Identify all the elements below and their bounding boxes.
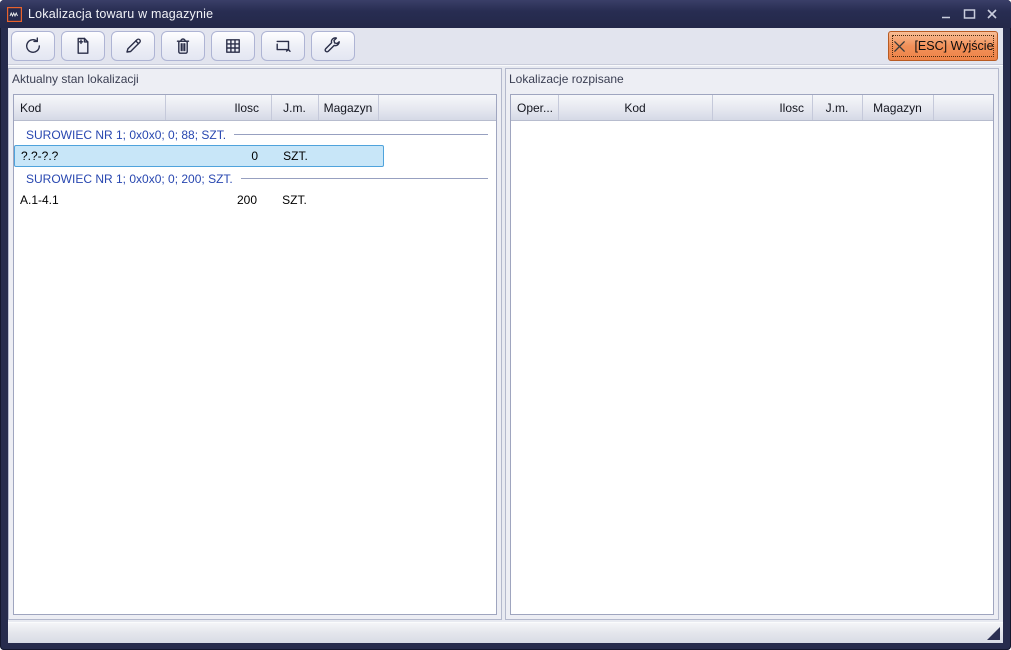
minimize-icon: [940, 8, 952, 20]
delete-trash-icon: [172, 35, 194, 57]
loop-icon: [272, 35, 294, 57]
maximize-icon: [963, 8, 976, 20]
right-panel-title: Lokalizacje rozpisane: [509, 72, 624, 86]
grid-view-button[interactable]: [211, 31, 255, 61]
column-separator: [933, 95, 934, 120]
close-icon: [986, 8, 998, 20]
right-grid: Oper... Kod Ilosc J.m. Magazyn: [510, 94, 994, 615]
maximize-button[interactable]: [962, 7, 976, 21]
cell-jm: SZT.: [272, 146, 319, 166]
group-header-line: [241, 178, 488, 179]
col-header-kod[interactable]: Kod: [558, 95, 712, 120]
column-separator: [862, 95, 863, 120]
column-separator: [558, 95, 559, 120]
window-controls: [939, 0, 999, 28]
left-panel-title: Aktualny stan lokalizacji: [12, 72, 139, 86]
col-header-kod[interactable]: Kod: [14, 95, 165, 120]
cell-magazyn: [319, 146, 379, 166]
left-grid-header: Kod Ilosc J.m. Magazyn: [14, 95, 496, 121]
app-icon[interactable]: [7, 7, 22, 22]
col-header-ilosc[interactable]: Ilosc: [712, 95, 812, 120]
column-separator: [378, 95, 379, 120]
edit-button[interactable]: [111, 31, 155, 61]
column-separator: [318, 95, 319, 120]
client-area: [ESC] Wyjście Aktualny stan lokalizacji …: [8, 28, 1003, 643]
cell-ilosc: 200: [165, 189, 271, 211]
group-header-text: SUROWIEC NR 1; 0x0x0; 0; 200; SZT.: [26, 172, 233, 186]
status-bar: [8, 622, 1003, 643]
col-header-jm[interactable]: J.m.: [812, 95, 862, 120]
exit-button-label: [ESC] Wyjście: [914, 39, 993, 53]
delete-button[interactable]: [161, 31, 205, 61]
group-row[interactable]: SUROWIEC NR 1; 0x0x0; 0; 88; SZT.: [14, 124, 494, 145]
column-separator: [271, 95, 272, 120]
edit-pencil-icon: [122, 35, 144, 57]
cell-kod: A.1-4.1: [14, 189, 165, 211]
left-grid-body: SUROWIEC NR 1; 0x0x0; 0; 88; SZT. ?.?-?.…: [14, 121, 496, 614]
close-x-icon: [892, 39, 907, 54]
left-grid: Kod Ilosc J.m. Magazyn SUROWIEC NR 1; 0x…: [13, 94, 497, 615]
cell-kod: ?.?-?.?: [15, 146, 166, 166]
new-button[interactable]: [61, 31, 105, 61]
close-button[interactable]: [985, 7, 999, 21]
minimize-button[interactable]: [939, 7, 953, 21]
group-header-text: SUROWIEC NR 1; 0x0x0; 0; 88; SZT.: [26, 128, 226, 142]
col-header-magazyn[interactable]: Magazyn: [862, 95, 933, 120]
col-header-oper[interactable]: Oper...: [511, 95, 558, 120]
refresh-button[interactable]: [11, 31, 55, 61]
cell-ilosc: 0: [166, 146, 272, 166]
right-grid-header: Oper... Kod Ilosc J.m. Magazyn: [511, 95, 993, 121]
resize-grip[interactable]: [987, 627, 1000, 640]
group-row[interactable]: SUROWIEC NR 1; 0x0x0; 0; 200; SZT.: [14, 168, 494, 189]
group-header-line: [234, 134, 488, 135]
table-row-selected[interactable]: ?.?-?.? 0 SZT.: [14, 145, 384, 167]
cell-jm: SZT.: [271, 189, 318, 211]
refresh-icon: [22, 35, 44, 57]
col-header-ilosc[interactable]: Ilosc: [165, 95, 271, 120]
wrench-icon: [322, 35, 344, 57]
loop-button[interactable]: [261, 31, 305, 61]
col-header-jm[interactable]: J.m.: [271, 95, 318, 120]
table-row[interactable]: A.1-4.1 200 SZT.: [14, 189, 384, 211]
column-separator: [165, 95, 166, 120]
app-window: Lokalizacja towaru w magazynie: [0, 0, 1011, 650]
exit-button[interactable]: [ESC] Wyjście: [888, 31, 998, 61]
new-document-icon: [72, 35, 94, 57]
panel-allocated-locations: Lokalizacje rozpisane Oper... Kod Ilosc …: [505, 68, 999, 620]
title-bar[interactable]: Lokalizacja towaru w magazynie: [0, 0, 1011, 28]
cell-magazyn: [318, 189, 378, 211]
column-separator: [812, 95, 813, 120]
app-logo-icon: [7, 7, 22, 22]
window-title: Lokalizacja towaru w magazynie: [28, 7, 213, 21]
column-separator: [712, 95, 713, 120]
tools-button[interactable]: [311, 31, 355, 61]
col-header-magazyn[interactable]: Magazyn: [318, 95, 378, 120]
grid-icon: [222, 35, 244, 57]
right-grid-body: [511, 121, 993, 614]
panel-current-locations: Aktualny stan lokalizacji Kod Ilosc J.m.…: [8, 68, 502, 620]
toolbar: [ESC] Wyjście: [8, 28, 1003, 65]
